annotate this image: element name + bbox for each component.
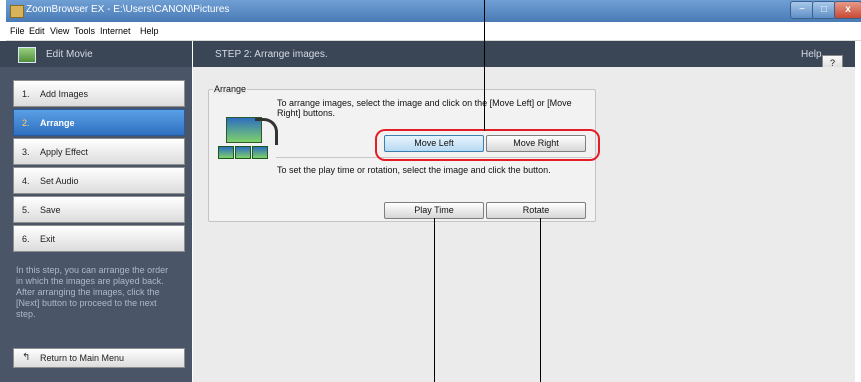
step-description: In this step, you can arrange the order … [16, 265, 169, 319]
step-label: Add Images [40, 89, 89, 99]
menu-view[interactable]: View [50, 26, 69, 36]
thumbnail-icon [235, 146, 251, 159]
step-exit-button[interactable]: 6. Exit [13, 225, 185, 252]
menu-file[interactable]: File [10, 26, 25, 36]
help-label: Help [801, 49, 822, 60]
maximize-button[interactable]: □ [812, 1, 836, 19]
step-set-audio-button[interactable]: 4. Set Audio [13, 167, 185, 194]
title-bar[interactable]: ZoomBrowser EX - E:\Users\CANON\Pictures… [6, 0, 861, 22]
window-title: ZoomBrowser EX - E:\Users\CANON\Pictures [26, 4, 230, 15]
step-save-button[interactable]: 5. Save [13, 196, 185, 223]
curved-arrow-icon [255, 118, 278, 145]
edit-movie-icon [18, 47, 36, 63]
step-number: 4. [22, 176, 30, 186]
left-panel-header: Edit Movie [0, 41, 192, 67]
highlight-outline [375, 129, 600, 161]
thumbnail-icon [218, 146, 234, 159]
arrange-group-label: Arrange [213, 84, 248, 94]
step-title: STEP 2: Arrange images. [215, 49, 328, 60]
playtime-instruction: To set the play time or rotation, select… [277, 165, 551, 175]
step-number: 1. [22, 89, 30, 99]
step-label: Set Audio [40, 176, 79, 186]
step-number: 5. [22, 205, 30, 215]
return-to-main-menu-button[interactable]: ↰ Return to Main Menu [13, 348, 185, 368]
callout-line [434, 218, 435, 382]
step-number: 2. [22, 118, 30, 128]
step-number: 3. [22, 147, 30, 157]
app-icon [10, 5, 24, 18]
step-label: Apply Effect [40, 147, 88, 157]
callout-line [540, 218, 541, 382]
step-label: Save [40, 205, 61, 215]
edit-movie-title: Edit Movie [46, 49, 93, 60]
rotate-button[interactable]: Rotate [486, 202, 586, 219]
thumbnail-icon [252, 146, 268, 159]
close-button[interactable]: x [834, 1, 861, 19]
step-number: 6. [22, 234, 30, 244]
step-label: Arrange [40, 118, 75, 128]
menu-internet[interactable]: Internet [100, 26, 131, 36]
menu-bar: File Edit View Tools Internet Help [6, 22, 861, 41]
minimize-button[interactable]: − [790, 1, 814, 19]
callout-line [484, 0, 485, 131]
arrange-instruction: To arrange images, select the image and … [277, 98, 572, 118]
play-time-button[interactable]: Play Time [384, 202, 484, 219]
step-arrange-button[interactable]: 2. Arrange [13, 109, 185, 136]
menu-tools[interactable]: Tools [74, 26, 95, 36]
step-add-images-button[interactable]: 1. Add Images [13, 80, 185, 107]
step-label: Exit [40, 234, 56, 244]
return-label: Return to Main Menu [40, 353, 125, 363]
menu-edit[interactable]: Edit [29, 26, 45, 36]
step-apply-effect-button[interactable]: 3. Apply Effect [13, 138, 185, 165]
return-arrow-icon: ↰ [22, 352, 31, 363]
menu-help[interactable]: Help [140, 26, 159, 36]
main-panel-header: STEP 2: Arrange images. Help [193, 41, 855, 67]
